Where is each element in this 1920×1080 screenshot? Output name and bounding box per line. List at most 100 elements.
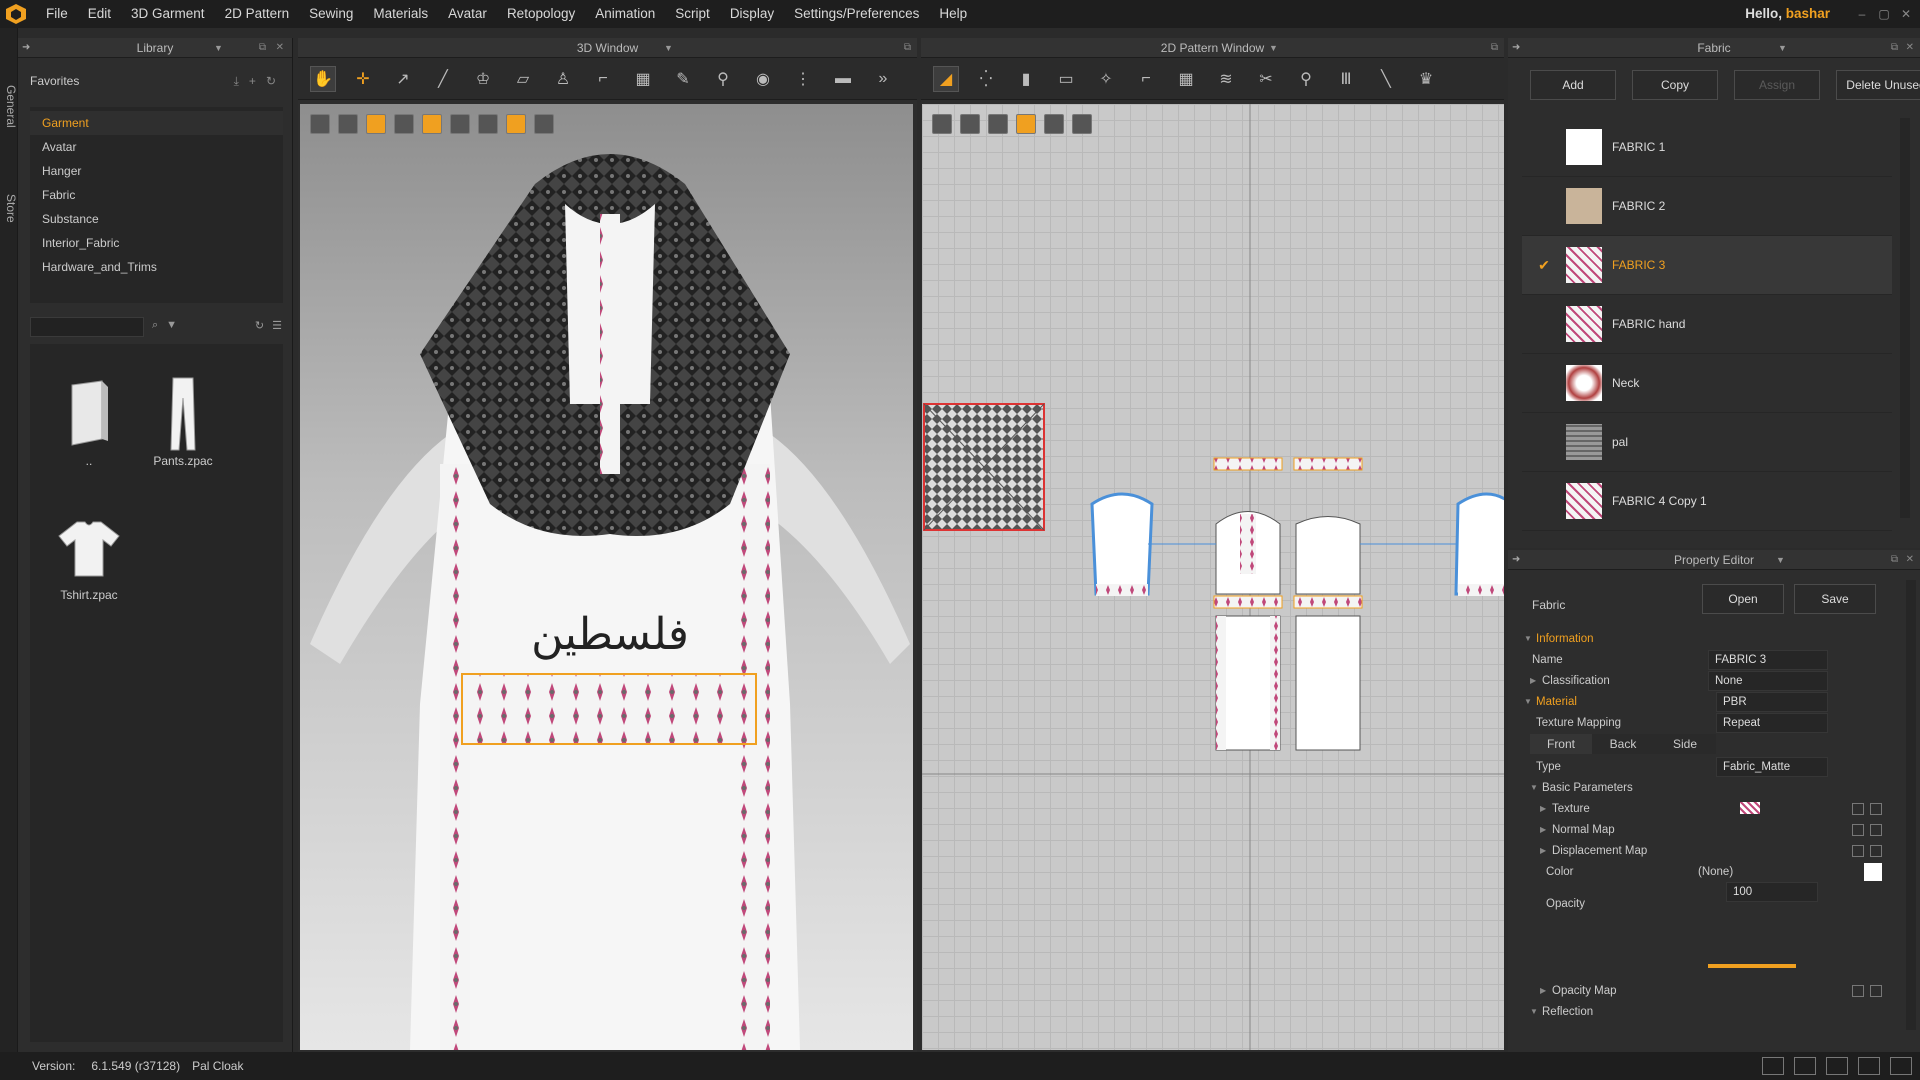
minimize-icon[interactable]: – <box>1854 6 1870 22</box>
download-icon[interactable]: ⤓ <box>234 74 239 89</box>
maximize-icon[interactable]: ▢ <box>1876 6 1892 22</box>
delete-icon[interactable] <box>1870 823 1882 836</box>
copy-fabric-button[interactable]: Copy <box>1632 70 1718 100</box>
assign-fabric-button[interactable]: Assign <box>1734 70 1820 100</box>
sewing-icon[interactable]: ✂ <box>1253 66 1279 92</box>
fabric-item-pal[interactable]: pal <box>1522 413 1892 472</box>
delete-icon[interactable] <box>1870 984 1882 997</box>
chevron-down-icon[interactable]: ▼ <box>1524 697 1532 706</box>
section-reflection[interactable]: ▼ Reflection <box>1522 1001 1892 1022</box>
measure-icon[interactable]: ╲ <box>1373 66 1399 92</box>
file-item-parent[interactable]: .. <box>54 374 124 468</box>
close-icon[interactable]: ✕ <box>1898 6 1914 22</box>
fabric-item-3[interactable]: ✔ FABRIC 3 <box>1522 236 1892 295</box>
favorite-item-fabric[interactable]: Fabric <box>30 183 283 207</box>
menu-animation[interactable]: Animation <box>585 0 665 28</box>
fold-icon[interactable]: ⌐ <box>590 66 616 92</box>
menu-settings[interactable]: Settings/Preferences <box>784 0 929 28</box>
search-icon[interactable]: ⌕ <box>152 319 158 332</box>
2d-viewport[interactable] <box>922 104 1504 1050</box>
chevron-right-icon[interactable]: ▶ <box>1530 676 1536 685</box>
tab-back[interactable]: Back <box>1592 734 1654 754</box>
transform-pattern-icon[interactable]: ◢ <box>933 65 959 92</box>
measure-icon[interactable]: ▬ <box>830 66 856 92</box>
seam-allowance-icon[interactable]: ≋ <box>1213 66 1239 92</box>
menu-3d-garment[interactable]: 3D Garment <box>121 0 215 28</box>
favorite-item-hanger[interactable]: Hanger <box>30 159 283 183</box>
add-icon[interactable]: + <box>249 74 256 89</box>
opacity-input[interactable]: 100 <box>1726 882 1818 902</box>
delete-unused-button[interactable]: Delete Unused <box>1836 70 1920 100</box>
rectangle-icon[interactable]: ▭ <box>1053 66 1079 92</box>
menu-avatar[interactable]: Avatar <box>438 0 497 28</box>
menu-edit[interactable]: Edit <box>78 0 121 28</box>
edit-point-icon[interactable]: ⁛ <box>973 66 999 92</box>
draw-line-icon[interactable]: ╱ <box>430 66 456 92</box>
float-icon[interactable]: ⧉ <box>259 42 266 53</box>
favorite-item-garment[interactable]: Garment <box>30 111 283 135</box>
arrangement-icon[interactable]: ♙ <box>550 66 576 92</box>
save-button[interactable]: Save <box>1794 584 1876 614</box>
browse-icon[interactable] <box>1852 844 1864 857</box>
fabric-item-4-copy-1[interactable]: FABRIC 4 Copy 1 <box>1522 472 1892 531</box>
tab-side[interactable]: Side <box>1654 734 1716 754</box>
internal-line-icon[interactable]: ✧ <box>1093 66 1119 92</box>
chevron-right-icon[interactable]: ▶ <box>1540 804 1546 813</box>
grid-icon[interactable]: ▦ <box>630 66 656 92</box>
menu-sewing[interactable]: Sewing <box>299 0 363 28</box>
layout-triple-icon[interactable] <box>1826 1057 1848 1075</box>
pleat-icon[interactable]: Ⅲ <box>1333 66 1359 92</box>
pin-icon[interactable]: ➜ <box>22 42 30 53</box>
refresh-icon[interactable]: ↻ <box>266 74 276 89</box>
tab-front[interactable]: Front <box>1530 734 1592 754</box>
panel-close-icon[interactable]: ✕ <box>1906 42 1914 53</box>
section-information[interactable]: ▼ Information <box>1522 628 1892 649</box>
browse-icon[interactable] <box>1852 984 1864 997</box>
favorite-item-hardware-and-trims[interactable]: Hardware_and_Trims <box>30 255 283 279</box>
chevron-right-icon[interactable]: ▶ <box>1540 825 1546 834</box>
library-search-input[interactable] <box>30 317 144 337</box>
delete-icon[interactable] <box>1870 844 1882 857</box>
texture-thumbnail[interactable] <box>1740 802 1760 814</box>
menu-materials[interactable]: Materials <box>363 0 438 28</box>
float-icon[interactable]: ⧉ <box>1891 42 1898 53</box>
file-item-pants[interactable]: Pants.zpac <box>148 374 218 468</box>
fabric-item-neck[interactable]: Neck <box>1522 354 1892 413</box>
select-mesh-icon[interactable]: ▱ <box>510 66 536 92</box>
menu-retopology[interactable]: Retopology <box>497 0 585 28</box>
menu-2d-pattern[interactable]: 2D Pattern <box>215 0 300 28</box>
float-icon[interactable]: ⧉ <box>904 42 911 53</box>
refresh-icon[interactable]: ↻ <box>255 319 264 332</box>
chevron-right-icon[interactable]: ▶ <box>1540 986 1546 995</box>
garment-fit-icon[interactable]: ♔ <box>470 66 496 92</box>
delete-icon[interactable] <box>1870 802 1882 815</box>
side-tab-store[interactable]: Store <box>0 178 18 238</box>
tack-icon[interactable]: ⚲ <box>710 66 736 92</box>
chevron-right-icon[interactable]: ▶ <box>1540 846 1546 855</box>
name-field[interactable]: FABRIC 3 <box>1708 649 1828 670</box>
classification-field[interactable]: None <box>1708 670 1828 691</box>
pin-icon[interactable]: ➜ <box>1512 554 1520 565</box>
fold-arrange-icon[interactable]: ⌐ <box>1133 66 1159 92</box>
layout-split-icon[interactable] <box>1794 1057 1816 1075</box>
transform-pin-icon[interactable]: ✛ <box>350 66 376 92</box>
fabric-item-2[interactable]: FABRIC 2 <box>1522 177 1892 236</box>
opacity-slider[interactable] <box>1708 964 1796 968</box>
browse-icon[interactable] <box>1852 802 1864 815</box>
chevron-down-icon[interactable]: ▼ <box>1269 43 1278 53</box>
grid-icon[interactable]: ▦ <box>1173 66 1199 92</box>
color-swatch[interactable] <box>1864 863 1882 881</box>
favorite-item-avatar[interactable]: Avatar <box>30 135 283 159</box>
side-tab-general[interactable]: General <box>0 66 18 146</box>
menu-script[interactable]: Script <box>665 0 720 28</box>
fabric-type-select[interactable]: Fabric_Matte <box>1716 756 1828 777</box>
chevron-down-icon[interactable]: ▼ <box>214 43 223 53</box>
texture-mapping-select[interactable]: Repeat <box>1716 712 1828 733</box>
segment-sewing-icon[interactable]: ↗ <box>390 66 416 92</box>
float-icon[interactable]: ⧉ <box>1891 554 1898 565</box>
expand-toolbar-icon[interactable]: » <box>870 66 896 92</box>
pin-icon[interactable]: ➜ <box>1512 42 1520 53</box>
button-icon[interactable]: ◉ <box>750 66 776 92</box>
favorite-item-substance[interactable]: Substance <box>30 207 283 231</box>
menu-display[interactable]: Display <box>720 0 784 28</box>
